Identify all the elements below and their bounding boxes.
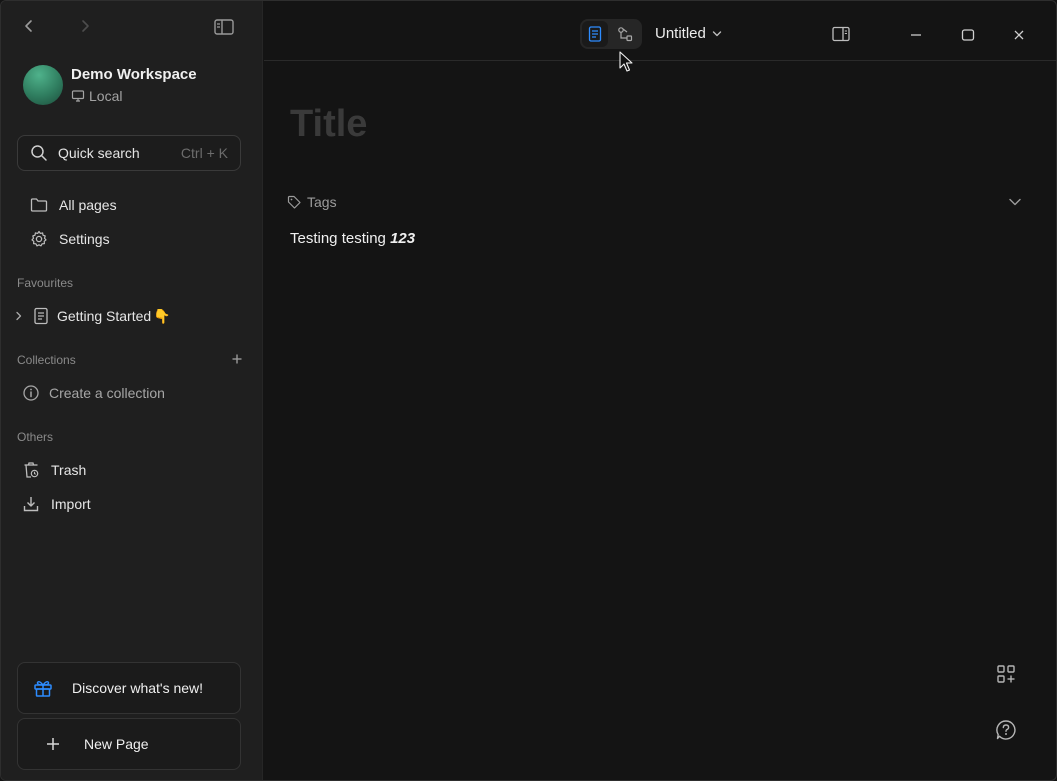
sidebar-toggle-icon[interactable] bbox=[213, 16, 235, 38]
help-icon[interactable] bbox=[994, 718, 1018, 742]
add-collection-plus-icon[interactable] bbox=[230, 352, 244, 366]
quick-search-button[interactable]: Quick search Ctrl + K bbox=[17, 135, 241, 171]
info-icon bbox=[21, 383, 41, 403]
import-icon bbox=[21, 494, 41, 514]
trash-icon bbox=[21, 460, 41, 480]
back-arrow-icon[interactable] bbox=[19, 15, 39, 37]
workspace-switcher[interactable]: Demo Workspace Local bbox=[23, 65, 197, 105]
sidebar-item-trash[interactable]: Trash bbox=[21, 460, 86, 480]
document-icon bbox=[31, 306, 51, 326]
favourite-item-emoji: 👇 bbox=[153, 307, 171, 324]
create-collection-label: Create a collection bbox=[49, 385, 165, 401]
editor-mode-switch bbox=[580, 19, 642, 49]
gift-icon bbox=[32, 677, 54, 699]
new-page-label: New Page bbox=[84, 736, 149, 752]
others-heading: Others bbox=[17, 430, 54, 444]
favourite-item-label: Getting Started bbox=[57, 308, 152, 324]
add-widget-grid-icon[interactable] bbox=[994, 662, 1018, 686]
document-title-menu[interactable]: Untitled bbox=[655, 25, 724, 42]
app-window: Demo Workspace Local Quick search Ctrl +… bbox=[0, 0, 1057, 781]
discover-whats-new-button[interactable]: Discover what's new! bbox=[17, 662, 241, 714]
favourite-item-getting-started[interactable]: Getting Started 👇 bbox=[15, 306, 171, 326]
document-title: Untitled bbox=[655, 25, 706, 42]
page-body-paragraph[interactable]: Testing testing 123 bbox=[290, 230, 415, 247]
edgeless-mode-icon[interactable] bbox=[612, 21, 638, 47]
body-text-plain: Testing testing bbox=[290, 230, 391, 247]
right-panel-toggle-icon[interactable] bbox=[830, 23, 852, 45]
plus-icon bbox=[44, 735, 62, 753]
chevron-right-icon[interactable] bbox=[15, 311, 27, 321]
document-header: Untitled bbox=[264, 1, 1056, 72]
sidebar-item-label: Import bbox=[51, 496, 91, 512]
forward-arrow-icon[interactable] bbox=[75, 15, 95, 37]
sidebar-item-all-pages[interactable]: All pages bbox=[29, 195, 117, 215]
history-nav bbox=[19, 15, 95, 37]
maximize-icon[interactable] bbox=[956, 23, 980, 47]
create-collection-button[interactable]: Create a collection bbox=[21, 383, 165, 403]
tag-icon bbox=[286, 194, 302, 210]
sidebar-item-settings[interactable]: Settings bbox=[29, 229, 110, 249]
search-icon bbox=[30, 143, 50, 163]
sidebar-item-label: Trash bbox=[51, 462, 87, 478]
tags-label: Tags bbox=[307, 194, 337, 210]
sidebar-item-label: All pages bbox=[59, 197, 117, 213]
quick-search-label: Quick search bbox=[58, 145, 140, 161]
discover-label: Discover what's new! bbox=[72, 680, 204, 696]
quick-search-shortcut: Ctrl + K bbox=[180, 145, 228, 161]
mouse-cursor-icon bbox=[619, 51, 633, 72]
page-mode-icon[interactable] bbox=[582, 21, 608, 47]
workspace-storage-label: Local bbox=[89, 88, 123, 104]
workspace-name: Demo Workspace bbox=[71, 66, 197, 83]
monitor-icon bbox=[71, 89, 85, 103]
workspace-storage: Local bbox=[71, 88, 197, 104]
tags-property-row[interactable]: Tags bbox=[286, 194, 1023, 210]
sidebar-item-label: Settings bbox=[59, 231, 110, 247]
workspace-avatar bbox=[23, 65, 63, 105]
new-page-button[interactable]: New Page bbox=[17, 718, 241, 770]
sidebar-item-import[interactable]: Import bbox=[21, 494, 91, 514]
body-text-emphasis: 123 bbox=[390, 230, 416, 247]
chevron-down-icon bbox=[712, 28, 724, 40]
favourites-heading: Favourites bbox=[17, 276, 74, 290]
collections-heading: Collections bbox=[17, 353, 76, 367]
sidebar: Demo Workspace Local Quick search Ctrl +… bbox=[1, 1, 263, 780]
minimize-icon[interactable] bbox=[904, 23, 928, 47]
chevron-down-icon[interactable] bbox=[1007, 194, 1023, 210]
gear-icon bbox=[29, 229, 49, 249]
folder-icon bbox=[29, 195, 49, 215]
close-icon[interactable] bbox=[1007, 23, 1031, 47]
page-title-input[interactable]: Title bbox=[290, 103, 367, 146]
